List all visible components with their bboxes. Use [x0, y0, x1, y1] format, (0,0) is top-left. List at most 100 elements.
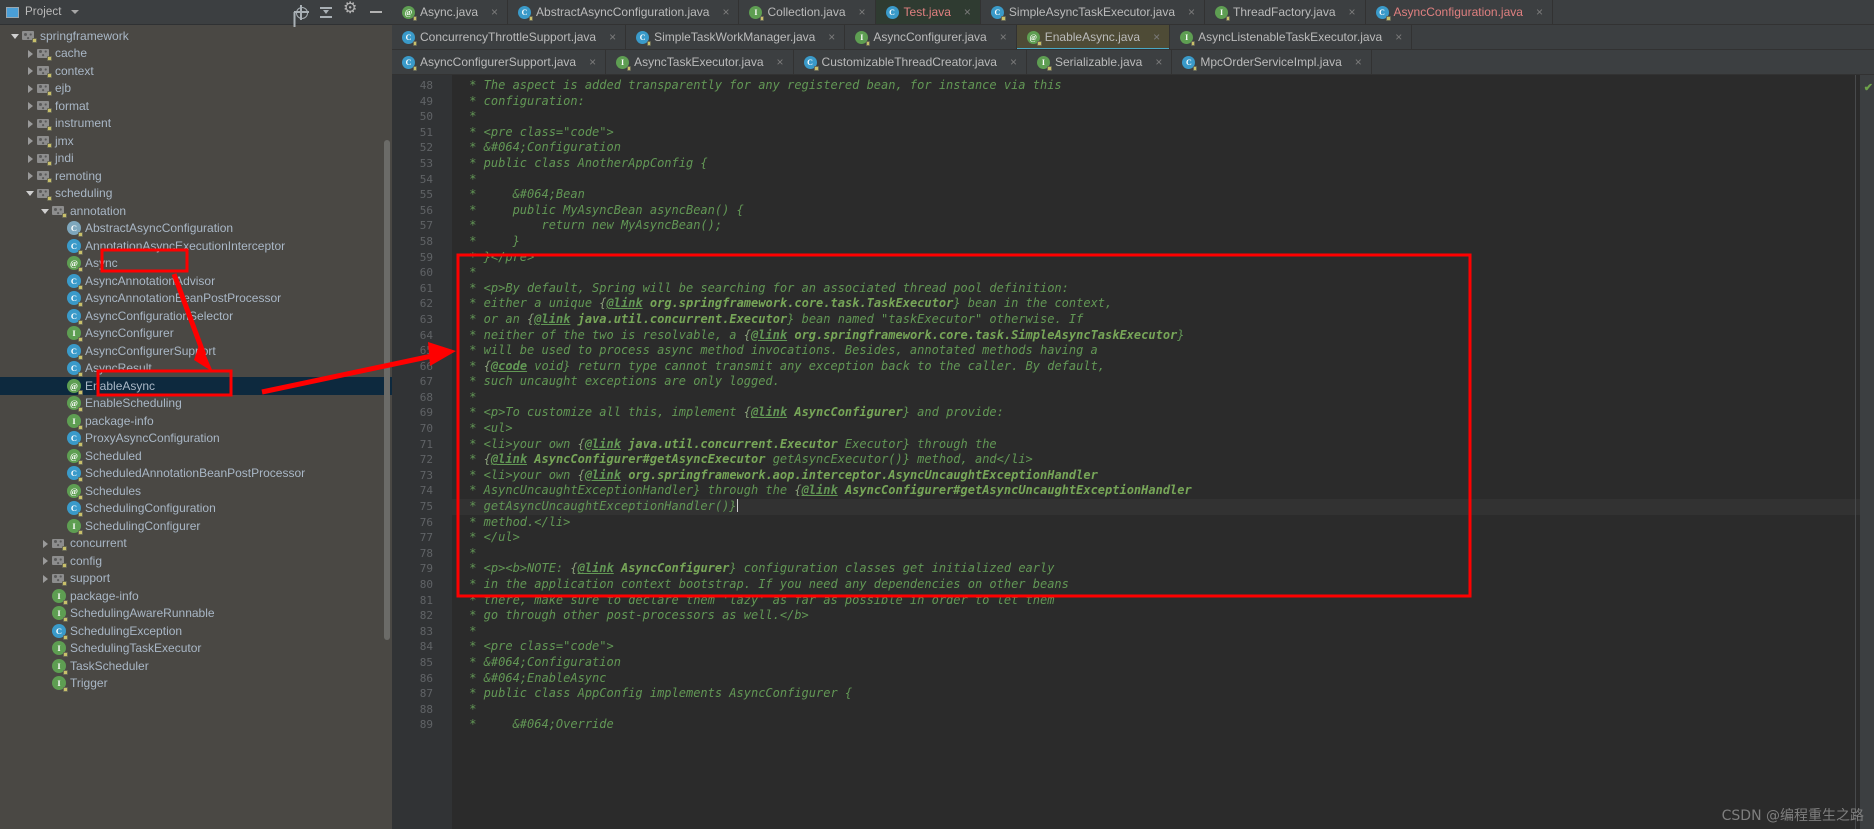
tree-item-schedulingawarerunnable[interactable]: I SchedulingAwareRunnable	[0, 605, 392, 623]
code-line[interactable]: * <ul>	[452, 421, 1874, 437]
close-icon[interactable]: ×	[964, 6, 971, 18]
code-line[interactable]: * public class AnotherAppConfig {	[452, 156, 1874, 172]
chevron-down-icon[interactable]	[40, 206, 50, 216]
code-line[interactable]: * &#064;Override	[452, 717, 1874, 733]
code-line[interactable]: * or an {@link java.util.concurrent.Exec…	[452, 312, 1874, 328]
tree-item-instrument[interactable]: instrument	[0, 115, 392, 133]
close-icon[interactable]: ×	[1536, 6, 1543, 18]
chevron-right-icon[interactable]	[25, 118, 35, 128]
code-line[interactable]: * getAsyncUncaughtExceptionHandler()}	[452, 499, 1874, 515]
code-line[interactable]: *	[452, 390, 1874, 406]
tree-item-ejb[interactable]: ejb	[0, 80, 392, 98]
close-icon[interactable]: ×	[722, 6, 729, 18]
code-line[interactable]: * <li>your own {@link java.util.concurre…	[452, 437, 1874, 453]
chevron-right-icon[interactable]	[25, 48, 35, 58]
editor-tab-mpcorderserviceimpl[interactable]: C MpcOrderServiceImpl.java ×	[1172, 50, 1372, 74]
tree-item-annotation[interactable]: annotation	[0, 202, 392, 220]
close-icon[interactable]: ×	[1355, 56, 1362, 68]
code-line[interactable]: * return new MyAsyncBean();	[452, 218, 1874, 234]
tree-item-concurrent[interactable]: concurrent	[0, 535, 392, 553]
tree-item-context[interactable]: context	[0, 62, 392, 80]
hide-panel-icon[interactable]	[368, 4, 384, 20]
code-line[interactable]: * configuration:	[452, 94, 1874, 110]
tree-item-format[interactable]: format	[0, 97, 392, 115]
tree-item-support[interactable]: support	[0, 570, 392, 588]
code-line[interactable]: * <p>To customize all this, implement {@…	[452, 405, 1874, 421]
close-icon[interactable]: ×	[1349, 6, 1356, 18]
code-line[interactable]: * go through other post-processors as we…	[452, 608, 1874, 624]
editor-tab-asyncconfigurer[interactable]: I AsyncConfigurer.java ×	[845, 25, 1017, 49]
tree-item-abstractasyncconfiguration[interactable]: C AbstractAsyncConfiguration	[0, 220, 392, 238]
code-line[interactable]: * <pre class="code">	[452, 639, 1874, 655]
editor-tab-test[interactable]: C Test.java ×	[875, 0, 981, 24]
code-line[interactable]: * </ul>	[452, 530, 1874, 546]
tree-item-schedulingconfigurer[interactable]: I SchedulingConfigurer	[0, 517, 392, 535]
project-tree-scrollbar[interactable]	[384, 140, 390, 640]
editor-tab-row-1[interactable]: @ Async.java × C AbstractAsyncConfiguration.…	[392, 0, 1874, 25]
code-line[interactable]: * {@code void} return type cannot transm…	[452, 359, 1874, 375]
code-line[interactable]: *	[452, 109, 1874, 125]
code-line[interactable]: *	[452, 702, 1874, 718]
chevron-right-icon[interactable]	[25, 171, 35, 181]
chevron-right-icon[interactable]	[40, 573, 50, 583]
gear-icon[interactable]	[343, 1, 359, 20]
code-line[interactable]: * <p><b>NOTE: {@link AsyncConfigurer} co…	[452, 561, 1874, 577]
chevron-right-icon[interactable]	[25, 83, 35, 93]
close-icon[interactable]: ×	[1000, 31, 1007, 43]
tree-item-springframework[interactable]: springframework	[0, 27, 392, 45]
tree-item-trigger[interactable]: I Trigger	[0, 675, 392, 693]
close-icon[interactable]: ×	[859, 6, 866, 18]
chevron-right-icon[interactable]	[25, 153, 35, 163]
editor-tab-simpleasynctaskexecutor[interactable]: C SimpleAsyncTaskExecutor.java ×	[980, 0, 1206, 24]
code-line[interactable]: * &#064;EnableAsync	[452, 671, 1874, 687]
code-line[interactable]: *	[452, 624, 1874, 640]
code-line[interactable]: * there, make sure to declare them 'lazy…	[452, 593, 1874, 609]
close-icon[interactable]: ×	[1153, 31, 1160, 43]
editor-tab-row-2[interactable]: C ConcurrencyThrottleSupport.java × C Simple…	[392, 25, 1874, 50]
close-icon[interactable]: ×	[589, 56, 596, 68]
editor-tab-concurrencythrottlesupport[interactable]: C ConcurrencyThrottleSupport.java ×	[392, 25, 627, 49]
chevron-down-icon[interactable]	[70, 10, 79, 14]
tree-item-package-info[interactable]: Ipackage-info	[0, 587, 392, 605]
project-tree[interactable]: springframework cache context ejb format inst…	[0, 25, 392, 829]
code-line[interactable]: * in the application context bootstrap. …	[452, 577, 1874, 593]
tree-item-schedulingtaskexecutor[interactable]: I SchedulingTaskExecutor	[0, 640, 392, 658]
tree-item-asyncresult[interactable]: C AsyncResult	[0, 360, 392, 378]
code-line[interactable]: *	[452, 265, 1874, 281]
tree-item-enablescheduling[interactable]: @ EnableScheduling	[0, 395, 392, 413]
code-line[interactable]: * either a unique {@link org.springframe…	[452, 296, 1874, 312]
code-editor[interactable]: 48 49 50 51 52 53 54 55 56 57 58 59 60 61 62 63 64 65 66 67…	[392, 75, 1874, 829]
tree-item-jndi[interactable]: jndi	[0, 150, 392, 168]
code-line[interactable]: * public class AppConfig implements Asyn…	[452, 686, 1874, 702]
editor-tab-simpletaskworkmanager[interactable]: C SimpleTaskWorkManager.java ×	[626, 25, 846, 49]
code-line[interactable]: * &#064;Configuration	[452, 655, 1874, 671]
editor-tab-asyncconfiguration[interactable]: C AsyncConfiguration.java ×	[1365, 0, 1553, 24]
code-line[interactable]: * &#064;Configuration	[452, 140, 1874, 156]
code-line[interactable]: * method.</li>	[452, 515, 1874, 531]
code-folding-strip[interactable]	[440, 75, 452, 829]
tree-item-schedulingconfiguration[interactable]: C SchedulingConfiguration	[0, 500, 392, 518]
tree-item-taskscheduler[interactable]: I TaskScheduler	[0, 657, 392, 675]
tree-item-asyncconfigurersupport[interactable]: C AsyncConfigurerSupport	[0, 342, 392, 360]
chevron-right-icon[interactable]	[25, 66, 35, 76]
close-icon[interactable]: ×	[1395, 31, 1402, 43]
code-line[interactable]: * such uncaught exceptions are only logg…	[452, 374, 1874, 390]
code-line[interactable]: * &#064;Bean	[452, 187, 1874, 203]
editor-tab-collection[interactable]: I Collection.java ×	[739, 0, 876, 24]
tree-item-scheduling[interactable]: scheduling	[0, 185, 392, 203]
code-line[interactable]: * {@link AsyncConfigurer#getAsyncExecuto…	[452, 452, 1874, 468]
editor-tab-threadfactory[interactable]: I ThreadFactory.java ×	[1205, 0, 1366, 24]
editor-tab-abstractasyncconfiguration[interactable]: C AbstractAsyncConfiguration.java ×	[508, 0, 740, 24]
code-line[interactable]: * The aspect is added transparently for …	[452, 78, 1874, 94]
close-icon[interactable]: ×	[828, 31, 835, 43]
editor-scrollbar[interactable]: ✔	[1860, 75, 1874, 829]
tree-item-scheduledannotationbeanpostprocessor[interactable]: C ScheduledAnnotationBeanPostProcessor	[0, 465, 392, 483]
code-line[interactable]: * will be used to process async method i…	[452, 343, 1874, 359]
chevron-down-icon[interactable]	[25, 188, 35, 198]
code-line[interactable]: * public MyAsyncBean asyncBean() {	[452, 203, 1874, 219]
chevron-down-icon[interactable]	[10, 31, 20, 41]
tree-item-config[interactable]: config	[0, 552, 392, 570]
chevron-right-icon[interactable]	[40, 556, 50, 566]
editor-tab-asynctaskexecutor[interactable]: I AsyncTaskExecutor.java ×	[606, 50, 794, 74]
tree-item-annotationasyncexecutioninterceptor[interactable]: C AnnotationAsyncExecutionInterceptor	[0, 237, 392, 255]
